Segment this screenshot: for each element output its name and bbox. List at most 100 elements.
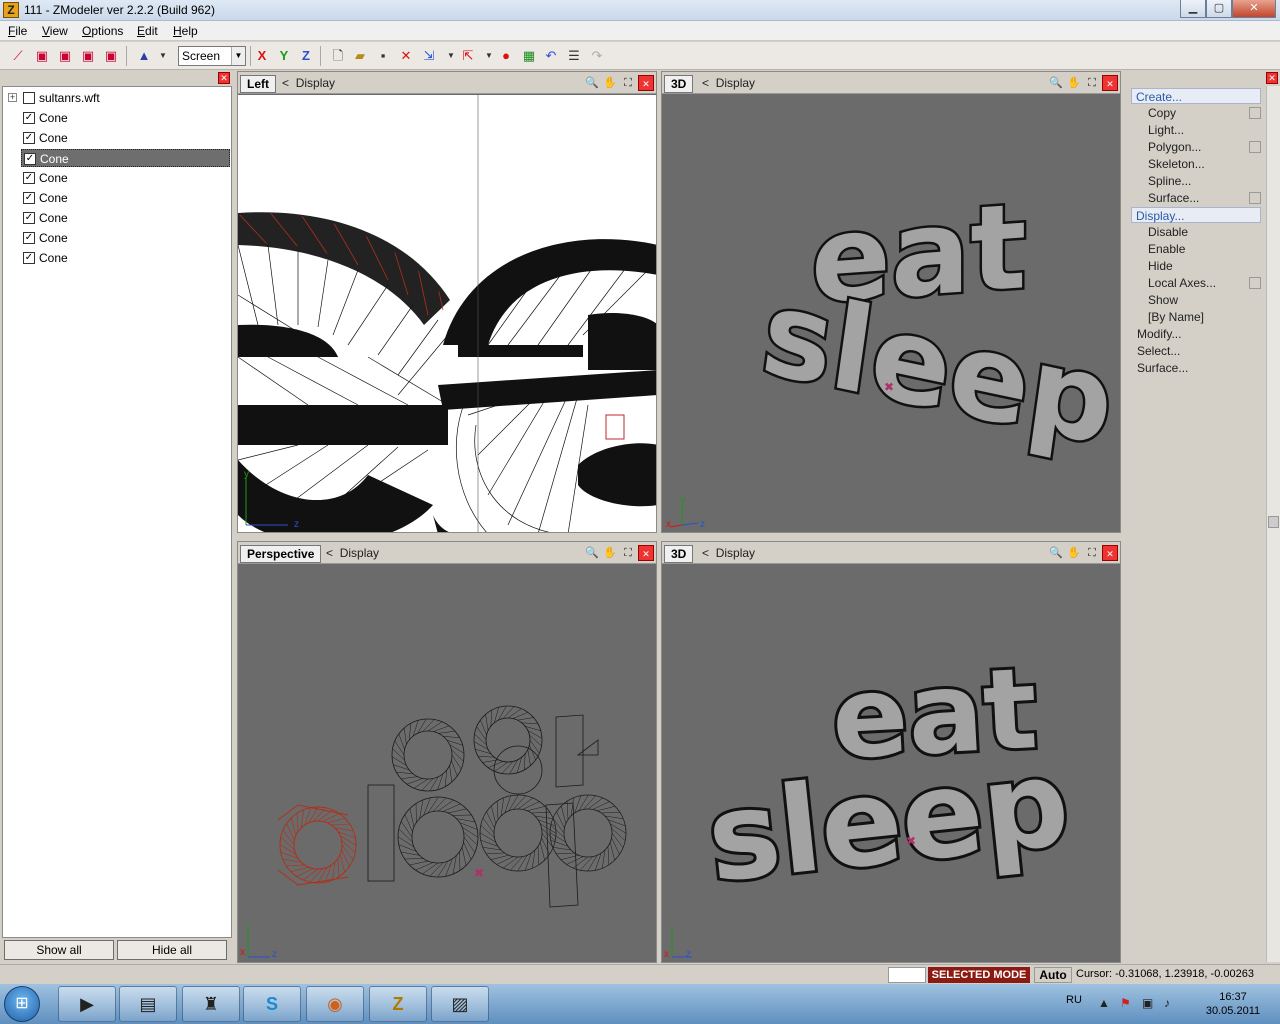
command-panel-scrollbar[interactable] bbox=[1266, 86, 1280, 962]
cmd-select[interactable]: Select... bbox=[1131, 343, 1261, 359]
options-box-icon[interactable] bbox=[1249, 141, 1261, 153]
pan-hand-icon[interactable]: ✋ bbox=[602, 75, 618, 91]
cube-object-icon[interactable]: ▣ bbox=[78, 46, 98, 66]
tree-item-checkbox[interactable]: ✓ bbox=[23, 132, 35, 144]
viewport-display-menu[interactable]: < Display bbox=[702, 546, 755, 560]
close-button[interactable]: ✕ bbox=[1232, 0, 1276, 18]
tree-item[interactable]: ✓ Cone bbox=[3, 249, 229, 267]
security-alert-icon[interactable]: ⚑ bbox=[1120, 996, 1131, 1010]
menu-options[interactable]: Options bbox=[82, 24, 123, 38]
axis-x-toggle[interactable]: X bbox=[252, 46, 272, 66]
cube-hierarchy-icon[interactable]: ▣ bbox=[101, 46, 121, 66]
zmodeler-taskbar-icon[interactable]: Z bbox=[369, 986, 427, 1022]
tree-item[interactable]: ✓ Cone bbox=[3, 189, 229, 207]
zoom-icon[interactable]: 🔍 bbox=[1048, 545, 1064, 561]
pan-hand-icon[interactable]: ✋ bbox=[602, 545, 618, 561]
tree-item[interactable]: ✓ Cone bbox=[3, 169, 229, 187]
viewport-name[interactable]: 3D bbox=[664, 75, 694, 93]
tree-item[interactable]: ✓ Cone bbox=[3, 229, 229, 247]
volume-icon[interactable]: ♪ bbox=[1164, 996, 1170, 1010]
expand-icon[interactable]: + bbox=[8, 93, 17, 102]
viewport-name[interactable]: Left bbox=[240, 75, 276, 93]
options-box-icon[interactable] bbox=[1249, 277, 1261, 289]
media-player-icon[interactable]: ▶ bbox=[58, 986, 116, 1022]
picture-viewer-icon[interactable]: ▨ bbox=[431, 986, 489, 1022]
clock[interactable]: 16:37 30.05.2011 bbox=[1198, 990, 1268, 1018]
selection-mode-badge[interactable]: SELECTED MODE bbox=[928, 967, 1030, 983]
maximize-viewport-icon[interactable]: ⛶ bbox=[620, 545, 636, 561]
cube-edit-icon[interactable]: ▣ bbox=[32, 46, 52, 66]
cmd-modify[interactable]: Modify... bbox=[1131, 326, 1261, 342]
zmodeler-app-icon[interactable]: Z bbox=[3, 2, 19, 18]
maximize-viewport-icon[interactable]: ⛶ bbox=[1084, 545, 1100, 561]
cmd-display-disable[interactable]: Disable bbox=[1131, 224, 1261, 240]
viewport-3d-bottom[interactable]: 3D < Display 🔍 ✋ ⛶ ✕ eat sleep ✖ z x bbox=[661, 541, 1121, 963]
cmd-create-skeleton[interactable]: Skeleton... bbox=[1131, 156, 1261, 172]
cube-face-icon[interactable]: ▣ bbox=[55, 46, 75, 66]
menu-view[interactable]: View bbox=[42, 24, 68, 38]
hide-all-button[interactable]: Hide all bbox=[117, 940, 227, 960]
zoom-icon[interactable]: 🔍 bbox=[584, 75, 600, 91]
close-viewport-icon[interactable]: ✕ bbox=[1102, 75, 1118, 91]
pan-hand-icon[interactable]: ✋ bbox=[1066, 545, 1082, 561]
close-icon[interactable]: ✕ bbox=[1266, 72, 1278, 84]
viewport-canvas[interactable]: ✖ x z bbox=[238, 565, 656, 962]
chevron-down-icon[interactable]: ▼ bbox=[231, 47, 245, 65]
vertex-mode-icon[interactable]: ⟋ bbox=[8, 46, 28, 66]
viewport-display-menu[interactable]: < Display bbox=[702, 76, 755, 90]
export-icon[interactable]: ⇱ bbox=[458, 46, 478, 66]
save-icon[interactable]: ▪ bbox=[373, 46, 393, 66]
tree-root-checkbox[interactable] bbox=[23, 92, 35, 104]
object-tree[interactable]: + sultanrs.wft ✓ Cone ✓ Cone ✓ Cone ✓ Co… bbox=[2, 86, 232, 938]
viewport-display-menu[interactable]: < Display bbox=[326, 546, 379, 560]
cmd-create-polygon[interactable]: Polygon... bbox=[1131, 139, 1261, 155]
cmd-surface[interactable]: Surface... bbox=[1131, 360, 1261, 376]
viewport-name[interactable]: 3D bbox=[664, 545, 694, 563]
tree-item-selected[interactable]: ✓ Cone bbox=[21, 149, 230, 167]
tree-item-checkbox[interactable]: ✓ bbox=[23, 232, 35, 244]
pointer-dropdown-icon[interactable]: ▼ bbox=[153, 46, 173, 66]
delete-icon[interactable]: ✕ bbox=[396, 46, 416, 66]
redo-icon[interactable]: ↷ bbox=[587, 46, 607, 66]
cmd-display[interactable]: Display... bbox=[1131, 207, 1261, 223]
minimize-button[interactable]: ▁ bbox=[1180, 0, 1206, 18]
viewport-canvas[interactable]: eat sleep ✖ y x z bbox=[662, 95, 1120, 532]
pan-hand-icon[interactable]: ✋ bbox=[1066, 75, 1082, 91]
coordinate-space-select[interactable]: Screen ▼ bbox=[178, 46, 246, 66]
file-explorer-icon[interactable]: ▤ bbox=[119, 986, 177, 1022]
import-icon[interactable]: ⇲ bbox=[419, 46, 439, 66]
viewport-canvas[interactable]: eat sleep ✖ z x bbox=[662, 565, 1120, 962]
cmd-create-surface[interactable]: Surface... bbox=[1131, 190, 1261, 206]
options-box-icon[interactable] bbox=[1249, 192, 1261, 204]
close-viewport-icon[interactable]: ✕ bbox=[1102, 545, 1118, 561]
zoom-icon[interactable]: 🔍 bbox=[584, 545, 600, 561]
notes-icon[interactable]: ☰ bbox=[564, 46, 584, 66]
axis-y-toggle[interactable]: Y bbox=[274, 46, 294, 66]
viewport-left[interactable]: Left < Display 🔍 ✋ ⛶ ✕ y z bbox=[237, 71, 657, 533]
close-viewport-icon[interactable]: ✕ bbox=[638, 545, 654, 561]
cmd-display-by-name[interactable]: [By Name] bbox=[1131, 309, 1261, 325]
viewport-display-menu[interactable]: < Display bbox=[282, 76, 335, 90]
skype-icon[interactable]: S bbox=[243, 986, 301, 1022]
viewport-name[interactable]: Perspective bbox=[240, 545, 322, 563]
tree-item-checkbox[interactable]: ✓ bbox=[23, 252, 35, 264]
show-all-button[interactable]: Show all bbox=[4, 940, 114, 960]
auto-toggle[interactable]: Auto bbox=[1034, 967, 1072, 983]
tree-item-checkbox[interactable]: ✓ bbox=[23, 172, 35, 184]
cmd-create-light[interactable]: Light... bbox=[1131, 122, 1261, 138]
maximize-viewport-icon[interactable]: ⛶ bbox=[1084, 75, 1100, 91]
network-icon[interactable]: ▣ bbox=[1142, 996, 1153, 1010]
zoom-icon[interactable]: 🔍 bbox=[1048, 75, 1064, 91]
viewport-3d-top[interactable]: 3D < Display 🔍 ✋ ⛶ ✕ eat sleep ✖ y x z bbox=[661, 71, 1121, 533]
options-box-icon[interactable] bbox=[1249, 107, 1261, 119]
cmd-display-show[interactable]: Show bbox=[1131, 292, 1261, 308]
cmd-create-spline[interactable]: Spline... bbox=[1131, 173, 1261, 189]
tree-item[interactable]: ✓ Cone bbox=[3, 109, 229, 127]
viewport-perspective[interactable]: Perspective < Display 🔍 ✋ ⛶ ✕ ✖ x z bbox=[237, 541, 657, 963]
tree-root[interactable]: + sultanrs.wft bbox=[3, 89, 229, 107]
axis-z-toggle[interactable]: Z bbox=[296, 46, 316, 66]
undo-icon[interactable]: ↶ bbox=[541, 46, 561, 66]
cmd-display-local-axes[interactable]: Local Axes... bbox=[1131, 275, 1261, 291]
firefox-icon[interactable]: ◉ bbox=[306, 986, 364, 1022]
tree-item[interactable]: ✓ Cone bbox=[3, 209, 229, 227]
